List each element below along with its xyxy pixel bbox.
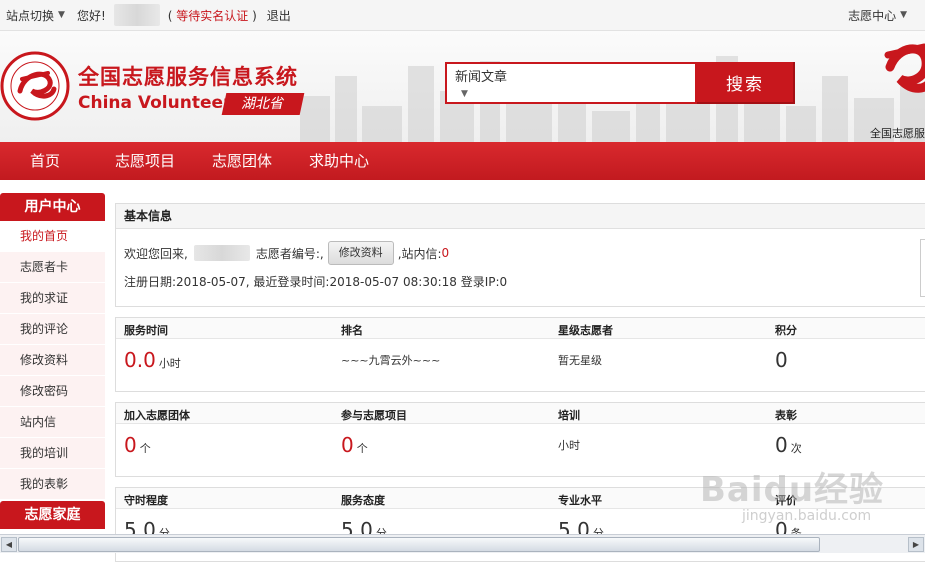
groups-joined-value: 0 (124, 433, 137, 457)
stat-value: 0 (775, 348, 788, 372)
stat-label: 培训 (558, 409, 580, 422)
welcome-text: 欢迎您回来, (124, 246, 188, 261)
stat-value: 0个 (124, 433, 151, 457)
horizontal-scrollbar[interactable]: ◀ ▶ (0, 534, 925, 553)
nav-home[interactable]: 首页 (30, 142, 60, 180)
sidebar-item-my-awards[interactable]: 我的表彰 (0, 469, 105, 500)
baidu-jingyan-watermark: Baidu经验 (700, 470, 885, 510)
stat-unit: 个 (356, 442, 368, 455)
search-input[interactable] (515, 67, 695, 99)
stat-label: 加入志愿团体 (124, 409, 190, 422)
nav-groups[interactable]: 志愿团体 (212, 142, 272, 180)
greeting-label: 您好! (76, 8, 106, 23)
site-title: 全国志愿服务信息系统 (78, 65, 298, 89)
province-badge: 湖北省 (221, 93, 305, 115)
search-category-label: 新闻文章 (455, 70, 508, 85)
basic-info-body: 欢迎您回来, 志愿者编号:, 修改资料 ,站内信: 0 注册日期:2018-05… (116, 229, 925, 306)
auth-status[interactable]: ( 等待实名认证 ) (168, 7, 257, 24)
sidebar: 用户中心 我的首页 志愿者卡 我的求证 我的评论 修改资料 修改密码 站内信 我… (0, 193, 105, 552)
site-header: 全国志愿服务信息系统 China Volunteer 湖北省 新闻文章 ▼ 搜索… (0, 31, 925, 142)
welcome-row: 欢迎您回来, 志愿者编号:, 修改资料 ,站内信: 0 (124, 241, 449, 265)
stat-label: 星级志愿者 (558, 324, 613, 337)
stat-unit: 个 (139, 442, 151, 455)
nav-projects[interactable]: 志愿项目 (115, 142, 175, 180)
site-switch-label: 站点切换 (6, 8, 55, 23)
chevron-down-icon: ▼ (58, 10, 65, 20)
stat-value: 0.0 小时 (124, 348, 181, 372)
watermark-url: jingyan.baidu.com (742, 508, 872, 524)
volunteer-center-label: 志愿中心 (848, 8, 897, 23)
stat-unit: 小时 (158, 357, 181, 370)
sidebar-heading-user-center: 用户中心 (0, 193, 105, 221)
scrollbar-thumb[interactable] (18, 537, 820, 552)
stat-value: 0个 (341, 433, 368, 457)
side-frame (920, 239, 925, 297)
edit-profile-button[interactable]: 修改资料 (327, 241, 394, 265)
volunteer-center-menu[interactable]: 志愿中心 ▼ (848, 0, 907, 30)
stat-value: ~~~九霄云外~~~ (341, 348, 441, 367)
logout-link[interactable]: 退出 (267, 7, 291, 24)
search-box: 新闻文章 ▼ (445, 62, 697, 104)
basic-info-title: 基本信息 (116, 204, 925, 229)
stat-label: 表彰 (775, 409, 797, 422)
stat-label: 参与志愿项目 (341, 409, 407, 422)
auth-status-label: 等待实名认证 (176, 8, 249, 23)
stats-row: 服务时间 排名 星级志愿者 积分 0.0 小时 ~~~九霄云外~~~ 暂无星级 0 (115, 317, 925, 392)
scroll-right-icon[interactable]: ▶ (908, 537, 924, 552)
sidebar-item-my-verification[interactable]: 我的求证 (0, 283, 105, 314)
registration-info: 注册日期:2018-05-07, 最近登录时间:2018-05-07 08:30… (124, 275, 508, 289)
awards-value: 0 (775, 433, 788, 457)
stat-value: 暂无星级 (558, 348, 602, 367)
username-redacted (193, 245, 250, 261)
username-redacted (113, 4, 160, 26)
sidebar-item-volunteer-card[interactable]: 志愿者卡 (0, 252, 105, 283)
site-title-english: China Volunteer (78, 93, 232, 113)
stat-label: 守时程度 (124, 494, 168, 507)
top-bar: 站点切换 ▼ 您好! ( 等待实名认证 ) 退出 志愿中心 ▼ (0, 0, 925, 31)
inbox-count[interactable]: 0 (442, 246, 450, 260)
sidebar-item-edit-profile[interactable]: 修改资料 (0, 345, 105, 376)
greeting: 您好! (77, 7, 106, 24)
main-nav: 首页 志愿项目 志愿团体 求助中心 (0, 142, 925, 180)
nav-help-center[interactable]: 求助中心 (309, 142, 369, 180)
training-value: 小时 (558, 439, 580, 452)
projects-joined-value: 0 (341, 433, 354, 457)
stat-label: 排名 (341, 324, 363, 337)
chevron-down-icon: ▼ (900, 10, 907, 20)
stats-row-header (116, 403, 925, 424)
points-value: 0 (775, 348, 788, 372)
stat-label: 服务态度 (341, 494, 385, 507)
right-logo-label: 全国志愿服 (870, 127, 925, 140)
sidebar-heading-volunteer-family[interactable]: 志愿家庭 (0, 501, 105, 529)
scroll-left-icon[interactable]: ◀ (1, 537, 17, 552)
caret-down-icon: ▼ (461, 89, 468, 99)
site-switch[interactable]: 站点切换 ▼ (6, 7, 65, 24)
stat-unit: 次 (790, 442, 802, 455)
stats-grid: 服务时间 排名 星级志愿者 积分 0.0 小时 ~~~九霄云外~~~ 暂无星级 0… (115, 317, 925, 562)
sidebar-item-change-password[interactable]: 修改密码 (0, 376, 105, 407)
basic-info-panel: 基本信息 欢迎您回来, 志愿者编号:, 修改资料 ,站内信: 0 注册日期:20… (115, 203, 925, 307)
star-level-value: 暂无星级 (558, 354, 602, 367)
stat-value: 0次 (775, 433, 802, 457)
service-hours-value: 0.0 (124, 348, 156, 372)
stat-label: 服务时间 (124, 324, 168, 337)
stat-label: 专业水平 (558, 494, 602, 507)
search-category-select[interactable]: 新闻文章 ▼ (455, 66, 509, 100)
stat-value: 小时 (558, 433, 580, 452)
volunteer-number-label: 志愿者编号:, (255, 246, 324, 261)
stats-row-header (116, 318, 925, 339)
search-button[interactable]: 搜索 (697, 62, 795, 104)
sidebar-item-my-comments[interactable]: 我的评论 (0, 314, 105, 345)
inbox-label: ,站内信: (397, 246, 442, 261)
volunteer-mark-logo (884, 43, 925, 93)
sidebar-item-my-home[interactable]: 我的首页 (0, 221, 105, 252)
sidebar-item-my-training[interactable]: 我的培训 (0, 438, 105, 469)
stat-label: 积分 (775, 324, 797, 337)
ranking-value: ~~~九霄云外~~~ (341, 354, 441, 367)
china-volunteer-logo (0, 51, 70, 121)
sidebar-item-inbox[interactable]: 站内信 (0, 407, 105, 438)
